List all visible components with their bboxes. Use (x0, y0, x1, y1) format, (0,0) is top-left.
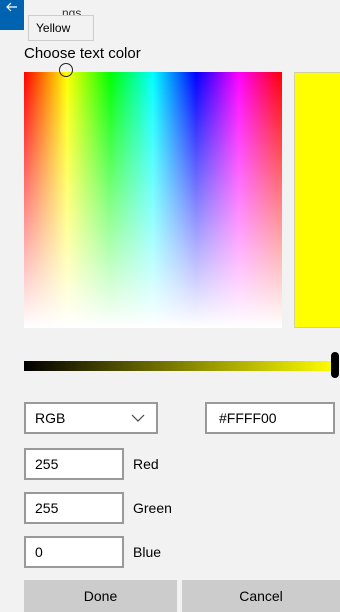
done-button[interactable]: Done (24, 580, 177, 612)
color-spectrum[interactable] (24, 72, 282, 328)
brightness-slider[interactable] (24, 361, 335, 371)
cancel-button[interactable]: Cancel (182, 580, 340, 612)
back-button[interactable] (0, 0, 24, 30)
arrow-left-icon (6, 2, 17, 12)
hex-input[interactable]: #FFFF00 (205, 402, 335, 434)
green-label: Green (133, 500, 172, 516)
blue-input[interactable]: 0 (24, 536, 124, 568)
red-label: Red (133, 456, 159, 472)
color-preview (294, 72, 340, 328)
brightness-slider-thumb[interactable] (331, 352, 339, 378)
green-input[interactable]: 255 (24, 492, 124, 524)
color-tooltip: Yellow (28, 15, 94, 41)
blue-label: Blue (133, 544, 162, 560)
color-mode-value: RGB (35, 410, 66, 426)
spectrum-selector-ring[interactable] (59, 63, 73, 77)
color-mode-select[interactable]: RGB (24, 402, 158, 434)
choose-color-heading: Choose text color (24, 45, 141, 62)
red-input[interactable]: 255 (24, 448, 124, 480)
chevron-down-icon (131, 414, 145, 422)
